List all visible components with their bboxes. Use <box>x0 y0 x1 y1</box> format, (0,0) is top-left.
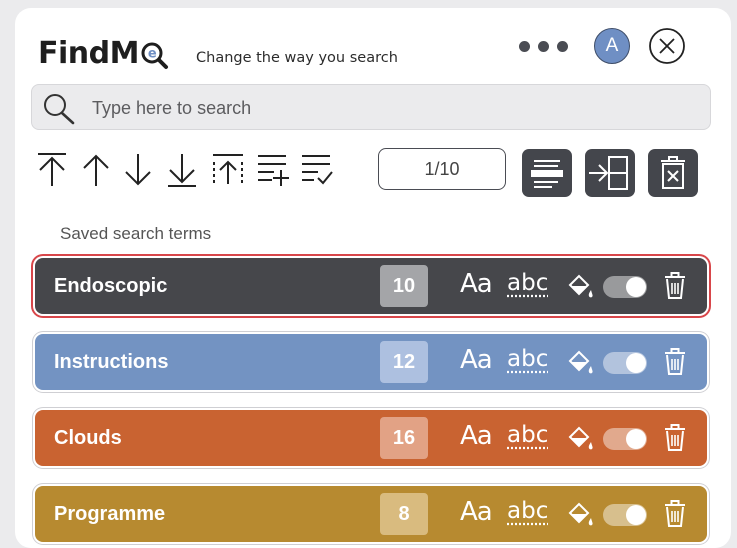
clear-all-button[interactable] <box>648 149 698 197</box>
saved-term-row[interactable]: Programme 8 Aa abc <box>35 486 707 542</box>
match-case-toggle[interactable]: Aa <box>460 421 492 451</box>
paint-bucket-icon[interactable] <box>565 424 595 454</box>
match-counter: 1/10 <box>378 148 506 190</box>
jump-to-first-icon[interactable] <box>34 150 70 190</box>
highlight-toggle[interactable] <box>603 276 647 298</box>
saved-term-row[interactable]: Endoscopic 10 Aa abc <box>35 258 707 314</box>
highlight-mode-button[interactable] <box>522 149 572 197</box>
delete-icon[interactable] <box>662 271 688 301</box>
paint-bucket-icon[interactable] <box>565 500 595 530</box>
previous-match-icon[interactable] <box>78 150 114 190</box>
scroll-to-top-icon[interactable] <box>210 150 246 190</box>
whole-word-toggle[interactable]: abc <box>507 270 548 296</box>
highlight-toggle[interactable] <box>603 504 647 526</box>
saved-term-text: Endoscopic <box>54 275 167 298</box>
delete-icon[interactable] <box>662 499 688 529</box>
side-panel-button[interactable] <box>585 149 635 197</box>
tagline: Change the way you search <box>196 50 398 66</box>
saved-term-text: Programme <box>54 503 165 526</box>
delete-icon[interactable] <box>662 347 688 377</box>
match-count-badge: 16 <box>380 417 428 459</box>
add-term-icon[interactable] <box>254 150 290 190</box>
match-count-badge: 10 <box>380 265 428 307</box>
paint-bucket-icon[interactable] <box>565 348 595 378</box>
highlight-toggle[interactable] <box>603 428 647 450</box>
match-count-badge: 8 <box>380 493 428 535</box>
findme-logo: FindM e <box>38 36 170 72</box>
more-dots-icon[interactable] <box>519 38 579 54</box>
whole-word-toggle[interactable]: abc <box>507 498 548 524</box>
saved-term-text: Clouds <box>54 427 122 450</box>
jump-to-last-icon[interactable] <box>164 150 200 190</box>
saved-term-text: Instructions <box>54 351 168 374</box>
svg-text:e: e <box>148 47 157 62</box>
magnifier-logo-icon: e <box>140 38 170 70</box>
checklist-icon[interactable] <box>298 150 334 190</box>
search-icon <box>40 90 80 128</box>
match-case-toggle[interactable]: Aa <box>460 345 492 375</box>
saved-term-row[interactable]: Clouds 16 Aa abc <box>35 410 707 466</box>
side-panel-icon <box>585 149 635 197</box>
saved-term-row[interactable]: Instructions 12 Aa abc <box>35 334 707 390</box>
highlight-toggle[interactable] <box>603 352 647 374</box>
match-count-badge: 12 <box>380 341 428 383</box>
close-button[interactable] <box>648 27 686 65</box>
whole-word-toggle[interactable]: abc <box>507 346 548 372</box>
match-case-toggle[interactable]: Aa <box>460 497 492 527</box>
close-icon <box>648 27 686 65</box>
avatar[interactable]: A <box>594 28 630 64</box>
saved-terms-label: Saved search terms <box>60 224 211 244</box>
highlight-mode-icon <box>522 149 572 197</box>
next-match-icon[interactable] <box>120 150 156 190</box>
search-input[interactable] <box>90 93 694 123</box>
delete-icon[interactable] <box>662 423 688 453</box>
match-case-toggle[interactable]: Aa <box>460 269 492 299</box>
brand-name: FindM <box>38 36 139 72</box>
search-box <box>31 84 711 130</box>
whole-word-toggle[interactable]: abc <box>507 422 548 448</box>
paint-bucket-icon[interactable] <box>565 272 595 302</box>
clear-all-icon <box>648 149 698 197</box>
